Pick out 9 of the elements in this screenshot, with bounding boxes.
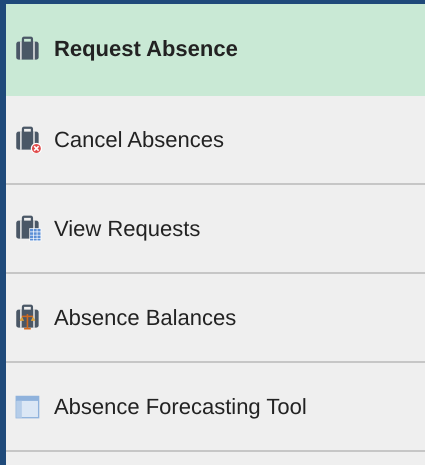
- menu-item-label: Absence Forecasting Tool: [54, 394, 307, 420]
- briefcase-cancel-icon: [14, 126, 42, 153]
- menu-item-label: View Requests: [54, 216, 200, 242]
- window-icon: [14, 393, 42, 420]
- menu-item-label: Request Absence: [54, 36, 238, 62]
- menu-item[interactable]: Request Absence: [6, 4, 425, 96]
- briefcase-calendar-icon: [14, 215, 42, 242]
- menu-item-label: Cancel Absences: [54, 126, 224, 152]
- menu-item-label: Absence Balances: [54, 304, 236, 330]
